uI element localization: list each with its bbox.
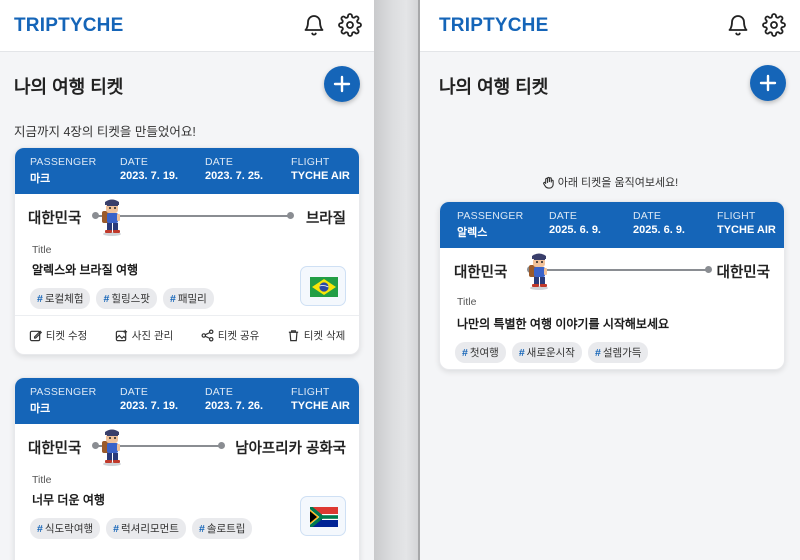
- ticket-header: PASSENGER 마크 DATE 2023. 7. 19. DATE 2023. 7…: [15, 148, 359, 194]
- manage-photos-button[interactable]: 사진 관리: [115, 328, 173, 343]
- origin-city: 대한민국: [454, 265, 508, 281]
- app-header: TRIPTYCHE: [0, 0, 374, 52]
- page-title: 나의 여행 티켓: [14, 77, 124, 97]
- add-ticket-button[interactable]: [750, 65, 786, 101]
- date-start: 2025. 6. 9.: [549, 224, 601, 236]
- edit-icon: [29, 330, 42, 342]
- passenger-label: PASSENGER: [30, 386, 97, 398]
- route-dot: [287, 212, 294, 219]
- gear-icon[interactable]: [338, 13, 362, 37]
- ticket-header: PASSENGER 알렉스 DATE 2025. 6. 9. DATE 2025. 6…: [440, 202, 784, 248]
- ticket-actions: 티켓 수정 사진 관리 티켓 공유 티켓 삭제: [15, 315, 359, 354]
- route-line: [530, 269, 708, 271]
- passenger-label: PASSENGER: [30, 156, 97, 168]
- flight-label: FLIGHT: [291, 156, 330, 168]
- title-label: Title: [32, 474, 52, 486]
- gear-icon[interactable]: [762, 13, 786, 37]
- trash-icon: [288, 330, 298, 342]
- ticket-title: 알렉스와 브라질 여행: [32, 263, 139, 277]
- hand-icon: [542, 176, 554, 189]
- tag-chip[interactable]: # 럭셔리모먼트: [106, 518, 186, 539]
- title-label: Title: [457, 296, 477, 308]
- ticket-list-panel: TRIPTYCHE 나의 여행 티켓 지금까지 4장의 티켓을 만들었어요! P…: [0, 0, 374, 560]
- flight-label: FLIGHT: [291, 386, 330, 398]
- date-end: 2023. 7. 26.: [205, 400, 264, 412]
- app-logo[interactable]: TRIPTYCHE: [14, 15, 123, 37]
- share-icon: [201, 329, 214, 342]
- tag-list: # 식도락여행 # 럭셔리모먼트 # 솔로트립: [30, 518, 253, 539]
- route: 대한민국 남아프리카 공화국: [15, 424, 359, 468]
- ticket-title: 나만의 특별한 여행 이야기를 시작해보세요: [457, 317, 670, 331]
- route-dot: [218, 442, 225, 449]
- south-africa-flag-icon: [300, 496, 346, 536]
- title-label: Title: [32, 244, 52, 256]
- date-start: 2023. 7. 19.: [120, 170, 179, 182]
- page-title: 나의 여행 티켓: [439, 77, 549, 97]
- bell-icon[interactable]: [726, 13, 750, 37]
- passenger-label: PASSENGER: [457, 210, 524, 222]
- ticket-preview-panel: TRIPTYCHE 나의 여행 티켓 아래 티켓을 움직여보세요! PASSEN…: [420, 0, 800, 560]
- date-start: 2023. 7. 19.: [120, 400, 179, 412]
- date-label: DATE: [205, 156, 234, 168]
- tag-chip[interactable]: # 로컬체험: [30, 288, 91, 309]
- destination-city: 남아프리카 공화국: [235, 441, 346, 457]
- traveler-icon: [526, 252, 552, 295]
- date-label: DATE: [549, 210, 578, 222]
- origin-city: 대한민국: [28, 211, 82, 227]
- tag-chip[interactable]: # 설렘가득: [587, 342, 649, 363]
- route: 대한민국 브라질: [15, 194, 359, 238]
- ticket-count-text: 지금까지 4장의 티켓을 만들었어요!: [14, 125, 196, 139]
- passenger-name: 마크: [30, 173, 51, 185]
- ticket-title: 너무 더운 여행: [32, 493, 105, 507]
- app-logo[interactable]: TRIPTYCHE: [439, 15, 548, 37]
- traveler-icon: [99, 198, 125, 241]
- bell-icon[interactable]: [302, 13, 326, 37]
- tag-chip[interactable]: # 첫여행: [455, 342, 506, 363]
- passenger-name: 알렉스: [457, 227, 488, 239]
- share-ticket-button[interactable]: 티켓 공유: [201, 328, 259, 343]
- destination-city: 브라질: [305, 211, 346, 227]
- flight-label: FLIGHT: [717, 210, 756, 222]
- flight-name: TYCHE AIR: [291, 170, 350, 182]
- tag-list: # 첫여행 # 새로운시작 # 설렘가득: [455, 342, 649, 363]
- app-header: TRIPTYCHE: [420, 0, 800, 52]
- draggable-ticket-card[interactable]: PASSENGER 알렉스 DATE 2025. 6. 9. DATE 2025. 6…: [439, 201, 785, 370]
- image-plus-icon: [115, 329, 127, 342]
- drag-hint: 아래 티켓을 움직여보세요!: [420, 174, 800, 190]
- date-label: DATE: [633, 210, 662, 222]
- delete-ticket-button[interactable]: 티켓 삭제: [287, 328, 345, 343]
- add-ticket-button[interactable]: [324, 66, 360, 102]
- date-end: 2023. 7. 25.: [205, 170, 264, 182]
- destination-city: 대한민국: [716, 265, 770, 281]
- date-label: DATE: [120, 386, 149, 398]
- plus-icon: [333, 75, 351, 93]
- tag-chip[interactable]: # 식도락여행: [30, 518, 101, 539]
- plus-icon: [759, 74, 777, 92]
- flight-name: TYCHE AIR: [717, 224, 776, 236]
- ticket-header: PASSENGER 마크 DATE 2023. 7. 19. DATE 2023. 7…: [15, 378, 359, 424]
- date-label: DATE: [120, 156, 149, 168]
- ticket-card[interactable]: PASSENGER 마크 DATE 2023. 7. 19. DATE 2023. 7…: [14, 377, 360, 560]
- tag-chip[interactable]: # 힐링스팟: [96, 288, 157, 309]
- panel-divider: [374, 0, 420, 560]
- date-end: 2025. 6. 9.: [633, 224, 685, 236]
- ticket-card[interactable]: PASSENGER 마크 DATE 2023. 7. 19. DATE 2023. 7…: [14, 147, 360, 355]
- edit-ticket-button[interactable]: 티켓 수정: [29, 328, 87, 343]
- route: 대한민국 대한민국: [440, 248, 784, 292]
- flight-name: TYCHE AIR: [291, 400, 350, 412]
- route-dot: [705, 266, 712, 273]
- tag-list: # 로컬체험 # 힐링스팟 # 패밀리: [30, 288, 214, 309]
- brazil-flag-icon: [300, 266, 346, 306]
- tag-chip[interactable]: # 솔로트립: [191, 518, 253, 539]
- passenger-name: 마크: [30, 403, 51, 415]
- traveler-icon: [99, 428, 125, 471]
- tag-chip[interactable]: # 패밀리: [162, 288, 214, 309]
- date-label: DATE: [205, 386, 234, 398]
- tag-chip[interactable]: # 새로운시작: [511, 342, 582, 363]
- origin-city: 대한민국: [28, 441, 82, 457]
